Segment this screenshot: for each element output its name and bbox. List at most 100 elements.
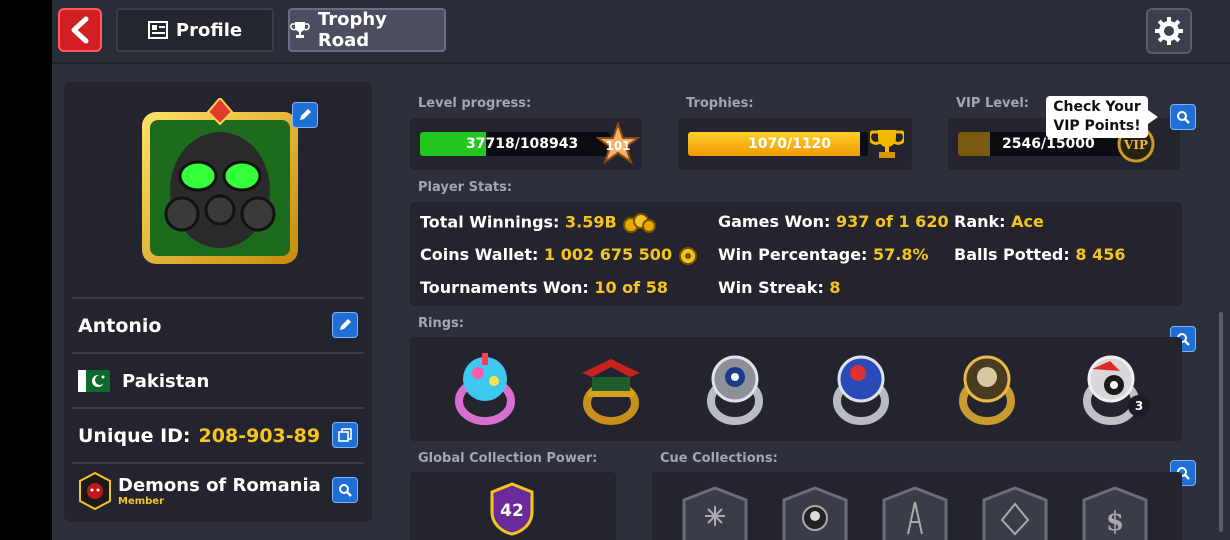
edit-avatar-button[interactable] (292, 102, 318, 128)
stat-win-percentage-label: Win Percentage: (718, 245, 868, 264)
pencil-icon (300, 109, 311, 120)
stat-total-winnings: Total Winnings: 3.59B (420, 212, 657, 234)
country-name: Pakistan (122, 370, 210, 392)
player-stats-box: Total Winnings: 3.59B Coins Wallet: 1 00… (410, 202, 1182, 306)
stat-win-streak-label: Win Streak: (718, 278, 824, 297)
app-window: Profile Trophy Road Antonio Pakistan Uni… (52, 0, 1230, 540)
party-ring-icon[interactable] (444, 347, 526, 429)
global-collection-power-label: Global Collection Power: (418, 451, 598, 466)
pakistan-flag-icon (78, 370, 110, 392)
coin-stack-icon (623, 213, 657, 233)
level-progress-box: 37718/108943 101 (410, 118, 642, 170)
stat-win-streak-value: 8 (829, 278, 841, 297)
stat-coins-wallet: Coins Wallet: 1 002 675 500 (420, 245, 698, 266)
stat-games-won-value: 937 of 1 620 (835, 212, 949, 231)
vip-tooltip-line1: Check Your (1053, 99, 1141, 115)
copy-id-button[interactable] (332, 422, 358, 448)
level-star-icon: 101 (596, 122, 640, 165)
back-button[interactable] (58, 8, 102, 52)
trophy-icon (290, 22, 310, 38)
club-row: Demons of Romania Member (72, 462, 364, 518)
stat-total-winnings-value: 3.59B (565, 212, 617, 232)
stat-tournaments-won-label: Tournaments Won: (420, 278, 589, 297)
fireworks-collection-icon[interactable] (680, 486, 750, 540)
paris-collection-icon[interactable] (880, 486, 950, 540)
unique-id-value: 208-903-89 (198, 425, 321, 447)
unique-id-label: Unique ID: (78, 425, 191, 447)
copy-icon (338, 428, 352, 442)
stat-rank-value: Ace (1011, 212, 1044, 231)
tab-profile[interactable]: Profile (116, 8, 274, 52)
tournament-ring-icon[interactable] (820, 347, 902, 429)
stat-win-streak: Win Streak: 8 (718, 278, 841, 297)
edit-name-button[interactable] (332, 312, 358, 338)
pencil-icon (340, 319, 351, 330)
rings-box: 3 (410, 337, 1182, 441)
dollar-collection-icon[interactable]: $ (1080, 486, 1150, 540)
champion-ring-icon[interactable] (946, 347, 1028, 429)
vip-search-button[interactable] (1170, 104, 1196, 130)
gem-collection-icon[interactable] (980, 486, 1050, 540)
ring-count-badge: 3 (1128, 395, 1150, 417)
collection-shield-icon: 42 (490, 482, 534, 536)
player-name: Antonio (78, 315, 162, 337)
stat-coins-wallet-value: 1 002 675 500 (544, 245, 673, 264)
stat-rank-label: Rank: (954, 212, 1006, 231)
profile-panel: Antonio Pakistan Unique ID: 208-903-89 D… (64, 82, 372, 522)
name-row: Antonio (72, 297, 364, 353)
stat-balls-potted-label: Balls Potted: (954, 245, 1070, 264)
vip-badge-text: VIP (1123, 138, 1148, 152)
level-badge-text: 101 (605, 139, 630, 153)
top-bar: Profile Trophy Road (52, 0, 1230, 64)
back-arrow-icon (71, 16, 89, 44)
level-progress-text: 37718/108943 (466, 136, 579, 152)
stat-win-percentage-value: 57.8% (873, 245, 929, 264)
profile-card-icon (147, 21, 168, 39)
gear-icon (1155, 17, 1183, 45)
vip-tooltip: Check Your VIP Points! (1046, 96, 1158, 138)
vip-fill (958, 132, 991, 156)
tab-trophy-road[interactable]: Trophy Road (288, 8, 446, 52)
club-role: Member (118, 496, 165, 507)
level-progress-track: 37718/108943 (420, 132, 610, 156)
stat-games-won: Games Won: 937 of 1 620 (718, 212, 949, 231)
scrollbar[interactable] (1219, 312, 1223, 532)
cue-collections-box: $ (652, 472, 1182, 540)
trophy-cup-icon (870, 130, 904, 158)
level-progress-label: Level progress: (418, 96, 532, 111)
stat-balls-potted-value: 8 456 (1075, 245, 1126, 264)
avatar[interactable] (136, 98, 304, 270)
player-stats-label: Player Stats: (418, 180, 513, 195)
rings-label: Rings: (418, 316, 464, 331)
coin-icon (678, 246, 697, 265)
unique-id-row: Unique ID: 208-903-89 (72, 407, 364, 463)
trophies-track: 1070/1120 (688, 132, 868, 156)
stat-tournaments-won: Tournaments Won: 10 of 58 (420, 278, 668, 297)
cue-collections-label: Cue Collections: (660, 451, 778, 466)
trophies-box: 1070/1120 (678, 118, 912, 170)
svg-text:$: $ (1106, 507, 1124, 537)
stat-total-winnings-label: Total Winnings: (420, 212, 560, 232)
club-search-button[interactable] (332, 477, 358, 503)
tab-trophy-road-label: Trophy Road (317, 9, 387, 51)
eight-ball-collection-icon[interactable] (780, 486, 850, 540)
stat-rank: Rank: Ace (954, 212, 1044, 231)
stat-win-percentage: Win Percentage: 57.8% (718, 245, 929, 264)
collection-power-value: 42 (500, 501, 524, 521)
stat-tournaments-won-value: 10 of 58 (594, 278, 668, 297)
trophies-label: Trophies: (686, 96, 754, 111)
country-row: Pakistan (72, 352, 364, 408)
vip-level-label: VIP Level: (956, 96, 1029, 111)
settings-button[interactable] (1146, 8, 1192, 54)
club-badge-icon (79, 472, 111, 510)
tab-profile-label: Profile (175, 19, 243, 41)
club-name[interactable]: Demons of Romania (118, 475, 321, 496)
stat-balls-potted: Balls Potted: 8 456 (954, 245, 1125, 264)
vip-tooltip-line2: VIP Points! (1053, 118, 1141, 134)
stat-games-won-label: Games Won: (718, 212, 831, 231)
trophies-text: 1070/1120 (748, 136, 832, 152)
master-ring-icon[interactable] (694, 347, 776, 429)
global-collection-power-box: 42 (410, 472, 616, 540)
pagoda-ring-icon[interactable] (570, 347, 652, 429)
magnifier-icon (339, 484, 352, 497)
